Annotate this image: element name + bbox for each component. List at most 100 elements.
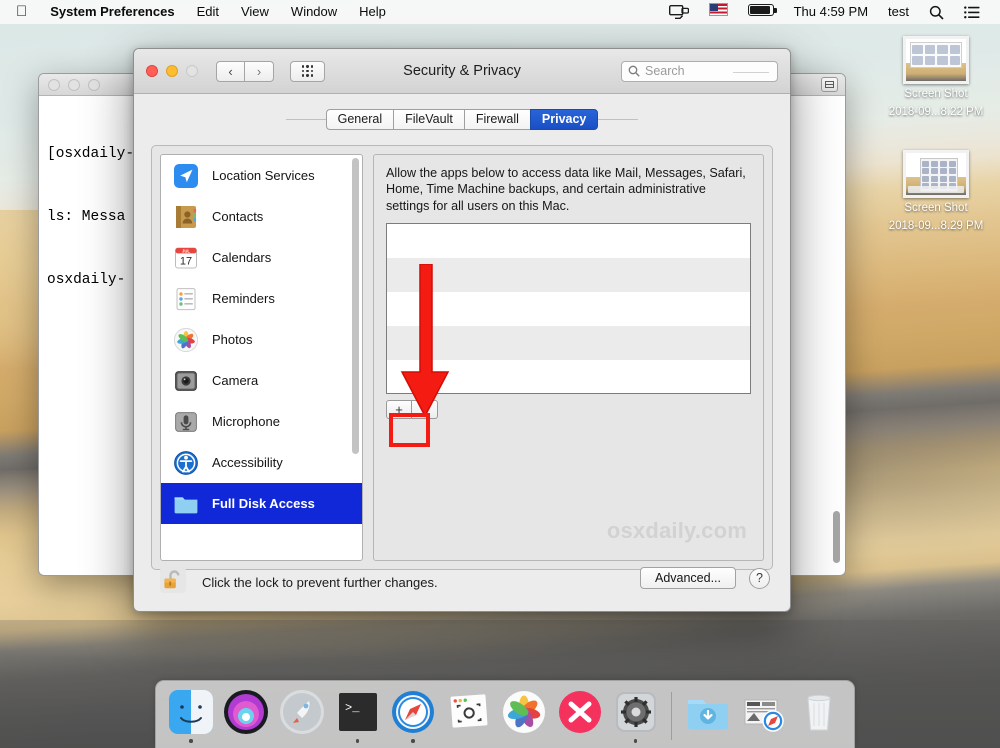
terminal-zoom-button[interactable]	[88, 79, 100, 91]
sidebar-item-reminders[interactable]: Reminders	[161, 278, 362, 319]
sidebar-item-contacts[interactable]: Contacts	[161, 196, 362, 237]
dock-item-system-preferences[interactable]	[611, 688, 661, 746]
dock-item-downloads[interactable]	[683, 688, 733, 746]
screenshot-thumbnail	[903, 150, 969, 198]
running-indicator	[356, 739, 360, 743]
sidebar-item-label: Full Disk Access	[212, 496, 315, 511]
search-field[interactable]: Search	[621, 61, 778, 82]
sidebar-scrollbar[interactable]	[351, 158, 360, 557]
list-row[interactable]	[387, 258, 750, 292]
show-all-grid-icon[interactable]	[290, 61, 325, 82]
add-remove-button-group: + −	[386, 400, 751, 419]
dock-item-trash[interactable]	[794, 688, 844, 746]
privacy-categories-sidebar[interactable]: Location Services	[160, 154, 363, 561]
menu-item-view[interactable]: View	[230, 0, 280, 24]
prefs-titlebar[interactable]: ‹ › Security & Privacy Search	[134, 49, 790, 94]
allowed-apps-list[interactable]	[386, 223, 751, 394]
dock-item-terminal[interactable]: >_	[333, 688, 383, 746]
menu-bar:  System Preferences Edit View Window He…	[0, 0, 1000, 24]
menu-item-edit[interactable]: Edit	[186, 0, 230, 24]
sidebar-item-label: Contacts	[212, 209, 263, 224]
desktop-icon-screenshot-1[interactable]: Screen Shot 2018-09...8.22 PM	[878, 36, 994, 119]
sidebar-item-microphone[interactable]: Microphone	[161, 401, 362, 442]
forward-button[interactable]: ›	[245, 61, 274, 82]
tab-firewall[interactable]: Firewall	[464, 109, 530, 130]
dock-item-launchpad[interactable]	[277, 688, 327, 746]
safari-icon	[389, 688, 437, 736]
remove-app-button[interactable]: −	[412, 400, 438, 419]
zoom-button[interactable]	[186, 65, 198, 77]
list-row[interactable]	[387, 326, 750, 360]
window-controls	[146, 65, 198, 77]
launchpad-icon	[278, 688, 326, 736]
minimize-button[interactable]	[166, 65, 178, 77]
watermark: osxdaily.com	[607, 518, 747, 544]
menu-bar-clock[interactable]: Thu 4:59 PM	[784, 0, 878, 24]
dock-item-siri[interactable]	[222, 688, 272, 746]
full-disk-access-pane: Allow the apps below to access data like…	[373, 154, 764, 561]
menu-item-help[interactable]: Help	[348, 0, 397, 24]
tab-bar: General FileVault Firewall Privacy	[134, 102, 790, 136]
help-button[interactable]: ?	[749, 568, 770, 589]
desktop-icon-label-line2: 2018-09...8.29 PM	[878, 220, 994, 234]
list-row[interactable]	[387, 292, 750, 326]
lock-row[interactable]: Click the lock to prevent further change…	[158, 565, 438, 600]
apple-logo-icon[interactable]: 	[10, 0, 39, 24]
sidebar-item-label: Location Services	[212, 168, 315, 183]
calendar-icon: JUL 17	[173, 245, 199, 271]
terminal-close-button[interactable]	[48, 79, 60, 91]
list-row[interactable]	[387, 360, 750, 394]
svg-text:JUL: JUL	[182, 248, 190, 253]
desktop-icon-screenshot-2[interactable]: Screen Shot 2018-09...8.29 PM	[878, 150, 994, 233]
sidebar-item-location-services[interactable]: Location Services	[161, 155, 362, 196]
menu-item-window[interactable]: Window	[280, 0, 348, 24]
list-row[interactable]	[387, 224, 750, 258]
advanced-button[interactable]: Advanced...	[640, 567, 736, 589]
bottom-right-buttons: Advanced... ?	[640, 567, 770, 589]
spotlight-search-icon[interactable]	[919, 5, 954, 20]
menu-item-app-name[interactable]: System Preferences	[39, 0, 185, 24]
dock-item-news[interactable]	[555, 688, 605, 746]
back-button[interactable]: ‹	[216, 61, 245, 82]
dock-item-photos[interactable]	[500, 688, 550, 746]
notification-center-icon[interactable]	[954, 6, 990, 19]
tab-general[interactable]: General	[326, 109, 393, 130]
close-button[interactable]	[146, 65, 158, 77]
battery-icon[interactable]	[738, 0, 784, 24]
running-indicator	[189, 739, 193, 743]
terminal-inspector-button[interactable]	[821, 77, 838, 92]
sidebar-scrollbar-thumb[interactable]	[352, 158, 359, 454]
screenshot-icon	[445, 688, 493, 736]
prefs-bottom-bar: Click the lock to prevent further change…	[134, 553, 790, 611]
system-preferences-window[interactable]: ‹ › Security & Privacy Search General Fi…	[133, 48, 791, 612]
tab-filevault[interactable]: FileVault	[393, 109, 464, 130]
sidebar-item-camera[interactable]: Camera	[161, 360, 362, 401]
sidebar-item-accessibility[interactable]: Accessibility	[161, 442, 362, 483]
reminders-icon	[173, 286, 199, 312]
accessibility-icon	[173, 450, 199, 476]
search-icon	[628, 65, 640, 77]
dock-item-safari[interactable]	[388, 688, 438, 746]
dock-item-screenshot[interactable]	[444, 688, 494, 746]
sidebar-item-full-disk-access[interactable]: Full Disk Access	[161, 483, 362, 524]
terminal-minimize-button[interactable]	[68, 79, 80, 91]
sidebar-item-label: Photos	[212, 332, 252, 347]
us-flag-icon[interactable]	[699, 0, 738, 24]
tab-privacy[interactable]: Privacy	[530, 109, 598, 130]
sidebar-item-photos[interactable]: Photos	[161, 319, 362, 360]
sidebar-item-label: Reminders	[212, 291, 275, 306]
finder-icon	[167, 688, 215, 736]
location-services-icon	[173, 163, 199, 189]
unlocked-padlock-icon[interactable]	[158, 565, 188, 600]
terminal-scrollbar[interactable]	[830, 98, 843, 573]
dock-item-finder[interactable]	[166, 688, 216, 746]
dock-item-stack[interactable]	[739, 688, 789, 746]
sidebar-item-calendars[interactable]: JUL 17 Calendars	[161, 237, 362, 278]
downloads-folder-icon	[684, 688, 732, 736]
screen:  System Preferences Edit View Window He…	[0, 0, 1000, 748]
menu-bar-username[interactable]: test	[878, 0, 919, 24]
airplay-display-icon[interactable]	[659, 5, 699, 19]
add-app-button[interactable]: +	[386, 400, 412, 419]
desktop-icon-label-line1: Screen Shot	[878, 88, 994, 102]
dock: >_	[155, 680, 855, 748]
